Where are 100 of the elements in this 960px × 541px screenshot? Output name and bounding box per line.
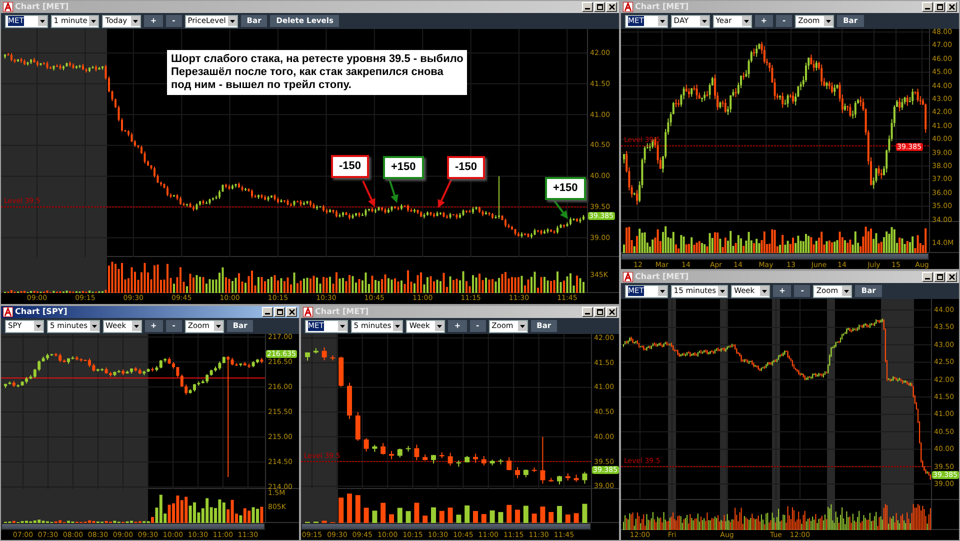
candlestick (322, 346, 327, 361)
window-title: Chart [MET] (15, 2, 69, 12)
candlestick (515, 466, 520, 479)
volume-bar (481, 514, 486, 523)
window-title: Chart [SPY] (15, 307, 68, 317)
minimize-button[interactable] (922, 2, 933, 12)
volume-bar (456, 514, 462, 523)
candlestick (347, 382, 352, 420)
maximize-button[interactable] (594, 307, 605, 317)
candlestick (448, 452, 453, 466)
maximize-button[interactable] (274, 307, 285, 317)
candlestick (431, 454, 436, 464)
volume-bar (338, 498, 344, 523)
close-button[interactable] (946, 272, 957, 282)
volume-bar (523, 506, 528, 523)
volume-bar (532, 514, 537, 523)
window-title: Chart [MET] (315, 307, 369, 317)
volume-bar (406, 511, 411, 523)
volume-bar (548, 512, 554, 523)
volume-bar (506, 504, 512, 523)
close-button[interactable] (286, 307, 297, 317)
volume-bar (439, 510, 444, 523)
close-icon (948, 274, 954, 280)
minimize-button[interactable] (262, 307, 273, 317)
candlestick (540, 436, 546, 484)
volume-bar (515, 510, 520, 523)
maximize-icon (596, 4, 602, 10)
maximize-button[interactable] (934, 272, 945, 282)
volume-bar (498, 512, 504, 523)
trade-callout: +150 (545, 177, 586, 200)
candlestick (481, 456, 486, 466)
close-icon (608, 4, 614, 10)
app-logo-icon (623, 2, 633, 12)
trade-callout: -150 (447, 156, 486, 179)
candlestick (355, 412, 360, 442)
candlestick (406, 446, 411, 452)
candlestick (506, 456, 512, 471)
app-logo-icon (3, 307, 13, 317)
volume-bar (565, 514, 570, 523)
minimize-button[interactable] (582, 307, 593, 317)
maximize-icon (596, 309, 602, 315)
candlestick (498, 458, 504, 465)
candlestick (565, 472, 570, 482)
window-title: Chart [MET] (635, 272, 689, 282)
volume-bar (355, 495, 360, 523)
volume-bar (372, 510, 378, 523)
candlestick (338, 356, 344, 388)
volume-bar (448, 508, 453, 523)
close-icon (608, 309, 614, 315)
trade-callout: -150 (331, 155, 370, 178)
candlestick (305, 352, 310, 362)
candlestick (372, 444, 378, 452)
volume-bar (397, 508, 402, 523)
candlestick (574, 474, 579, 482)
volume-bar (414, 502, 420, 523)
candlestick (330, 354, 336, 361)
candlestick (548, 477, 554, 482)
maximize-icon (276, 309, 282, 315)
candlestick (380, 442, 386, 456)
volume-bar (490, 510, 495, 523)
volume-bar (422, 516, 428, 523)
candlestick (582, 471, 588, 484)
volume-bar (347, 494, 352, 523)
candlestick (414, 444, 420, 461)
volume-bar (322, 520, 327, 523)
window-title: Chart [MET] (635, 2, 689, 12)
app-logo-icon (303, 307, 313, 317)
volume-bar (464, 505, 470, 523)
close-button[interactable] (946, 2, 957, 12)
close-icon (288, 309, 294, 315)
volume-bar (364, 508, 369, 523)
candlestick (523, 468, 528, 478)
maximize-button[interactable] (934, 2, 945, 12)
candlestick (313, 348, 318, 354)
scrollbar[interactable] (301, 523, 591, 530)
volume-bar (574, 513, 579, 523)
volume-bar (582, 504, 588, 523)
candlestick (456, 460, 462, 468)
scrollbar[interactable] (621, 253, 929, 260)
volume-bar (557, 506, 562, 523)
candlestick (422, 454, 428, 461)
app-logo-icon (3, 2, 13, 12)
minimize-button[interactable] (922, 272, 933, 282)
volume-bar (431, 507, 436, 523)
candlestick (364, 438, 369, 452)
candlestick (464, 455, 470, 463)
candlestick (473, 453, 478, 464)
volume-bar (540, 506, 546, 523)
app-logo-icon (623, 272, 633, 282)
minimize-button[interactable] (582, 2, 593, 12)
candlestick (397, 448, 402, 458)
candlestick (490, 459, 495, 466)
scrollbar[interactable] (1, 523, 265, 530)
candlestick (532, 467, 537, 473)
annotation-note: Шорт слабого стака, на ретесте уровня 39.5 - выбило Перезашёл после того, как стак закрепился снова под ним - вышел по трейл стопу. (167, 50, 468, 95)
candlestick (389, 450, 394, 460)
close-icon (948, 4, 954, 10)
close-button[interactable] (606, 2, 617, 12)
maximize-button[interactable] (594, 2, 605, 12)
close-button[interactable] (606, 307, 617, 317)
